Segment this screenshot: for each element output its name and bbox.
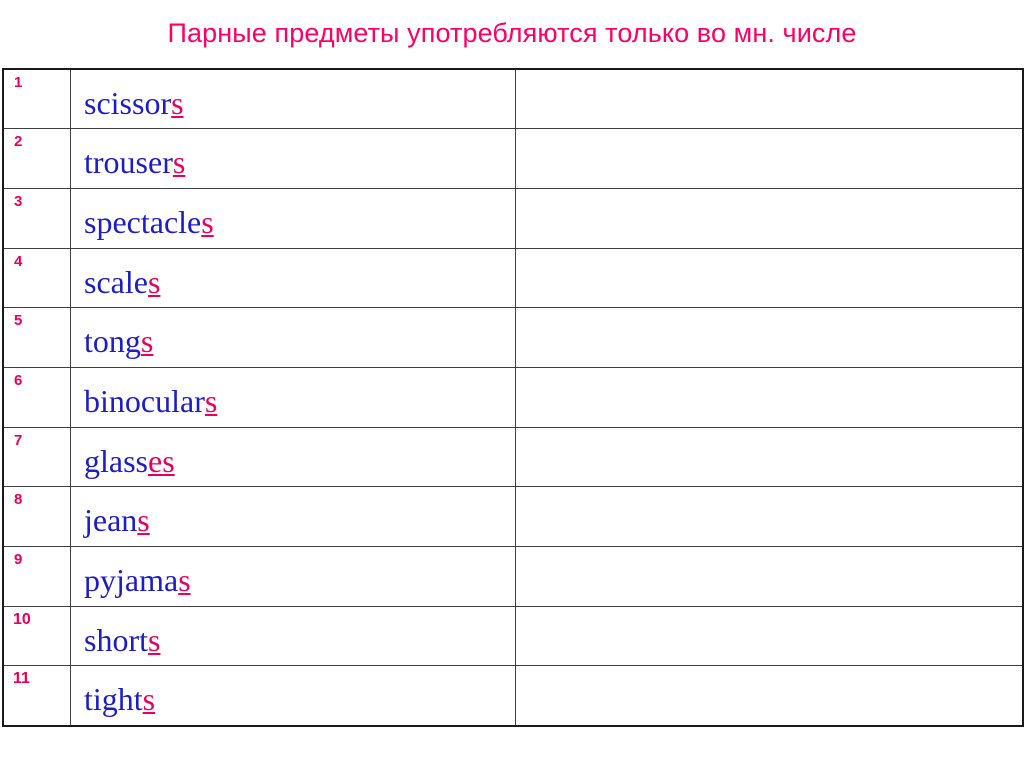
vocabulary-word: pyjamas — [84, 560, 191, 600]
answer-cell[interactable] — [515, 128, 1024, 189]
word-stem: scissor — [84, 85, 172, 121]
row-number-cell: 9 — [2, 546, 71, 607]
word-cell: binoculars — [70, 366, 516, 428]
word-cell: scales — [70, 247, 516, 309]
word-stem: short — [84, 621, 148, 658]
row-number: 5 — [14, 312, 23, 330]
row-number: 7 — [14, 431, 23, 449]
vocabulary-word: shorts — [84, 620, 160, 660]
page-title: Парные предметы употребляются только во … — [167, 18, 857, 48]
word-cell: scissors — [70, 68, 516, 130]
vocabulary-word: spectacles — [84, 202, 214, 242]
answer-cell[interactable] — [515, 486, 1024, 547]
table-row: 9 pyjamas — [2, 546, 1024, 607]
word-stem: jean — [84, 502, 138, 539]
word-suffix: s — [137, 502, 150, 539]
row-number: 6 — [14, 371, 23, 389]
answer-cell[interactable] — [515, 426, 1024, 488]
word-stem: glass — [84, 442, 148, 479]
answer-cell[interactable] — [515, 247, 1024, 309]
row-number-cell: 7 — [2, 426, 71, 488]
word-stem: scale — [84, 263, 148, 300]
vocabulary-word: jeans — [84, 500, 150, 540]
vocabulary-word: binoculars — [84, 381, 217, 421]
vocabulary-word: trousers — [84, 142, 185, 182]
table-row: 10 shorts — [2, 605, 1024, 667]
table-row: 4 scales — [2, 247, 1024, 309]
vocabulary-word: glasses — [84, 441, 175, 481]
word-cell: trousers — [70, 128, 516, 189]
row-number: 3 — [14, 192, 23, 210]
row-number: 11 — [13, 670, 30, 688]
slide-canvas: Парные предметы употребляются только во … — [0, 0, 1024, 768]
word-stem: trouser — [84, 144, 173, 181]
word-stem: binocular — [84, 382, 205, 419]
word-suffix: s — [178, 562, 191, 598]
row-number-cell: 6 — [2, 366, 71, 428]
row-number: 2 — [14, 133, 23, 151]
answer-cell[interactable] — [515, 68, 1024, 130]
table-body: 1 scissors 2 trousers 3 spectacles 4 sca… — [2, 68, 1024, 727]
answer-cell[interactable] — [515, 665, 1024, 727]
table-row: 5 tongs — [2, 307, 1024, 368]
word-cell: tights — [70, 665, 516, 727]
row-number-cell: 2 — [2, 128, 71, 189]
row-number-cell: 10 — [2, 605, 71, 667]
answer-cell[interactable] — [515, 187, 1024, 249]
table-row: 7 glasses — [2, 426, 1024, 488]
word-stem: spectacle — [84, 203, 202, 240]
word-suffix: s — [142, 681, 156, 718]
word-cell: tongs — [70, 307, 516, 368]
word-suffix: s — [204, 382, 218, 419]
word-stem: pyjama — [84, 562, 179, 598]
row-number: 10 — [13, 610, 31, 628]
word-cell: spectacles — [70, 187, 516, 249]
answer-cell[interactable] — [515, 546, 1024, 607]
row-number-cell: 11 — [2, 665, 71, 727]
table-row: 8 jeans — [2, 486, 1024, 547]
row-number: 1 — [14, 74, 23, 91]
word-suffix: s — [140, 323, 154, 360]
vocabulary-word: scissors — [84, 83, 184, 123]
word-cell: glasses — [70, 426, 516, 488]
word-cell: shorts — [70, 605, 516, 667]
row-number-cell: 8 — [2, 486, 71, 547]
table-row: 1 scissors — [2, 68, 1024, 130]
vocabulary-word: tongs — [84, 321, 153, 361]
table-row: 3 spectacles — [2, 187, 1024, 249]
row-number-cell: 4 — [2, 247, 71, 309]
answer-cell[interactable] — [515, 307, 1024, 368]
table-row: 2 trousers — [2, 128, 1024, 189]
table-row: 6 binoculars — [2, 366, 1024, 428]
row-number-cell: 3 — [2, 187, 71, 249]
word-cell: pyjamas — [70, 546, 516, 607]
row-number-cell: 1 — [2, 68, 71, 130]
table-row: 11 tights — [2, 665, 1024, 727]
answer-cell[interactable] — [515, 366, 1024, 428]
vocabulary-word: tights — [84, 679, 155, 719]
row-number: 8 — [14, 491, 23, 509]
row-number-cell: 5 — [2, 307, 71, 368]
word-suffix: s — [171, 85, 184, 121]
word-stem: tight — [84, 681, 143, 718]
word-suffix: s — [172, 144, 186, 181]
word-suffix: s — [147, 263, 161, 300]
word-suffix: es — [148, 442, 175, 479]
answer-cell[interactable] — [515, 605, 1024, 667]
word-stem: tong — [84, 323, 141, 360]
word-cell: jeans — [70, 486, 516, 547]
word-suffix: s — [201, 203, 214, 240]
word-suffix: s — [148, 621, 161, 658]
vocabulary-word: scales — [84, 262, 160, 302]
row-number: 4 — [14, 252, 23, 270]
vocabulary-table: 1 scissors 2 trousers 3 spectacles 4 sca… — [2, 68, 1024, 727]
row-number: 9 — [14, 551, 23, 568]
